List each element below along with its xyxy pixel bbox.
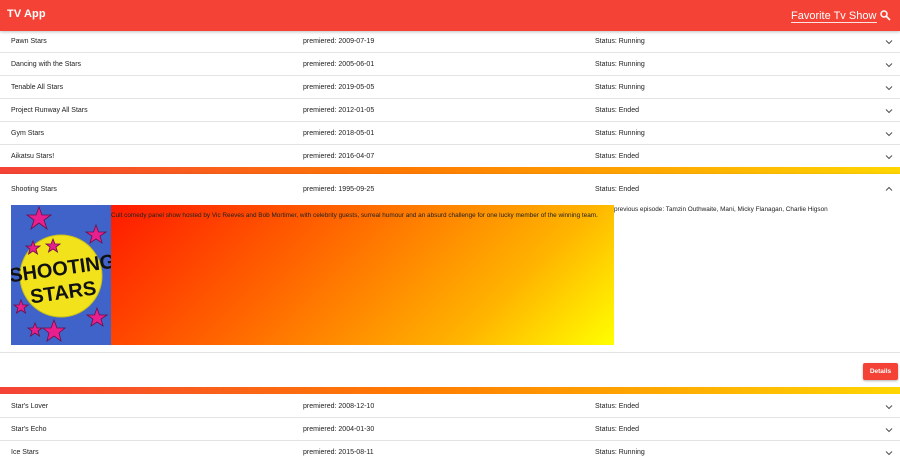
previous-episode: previous episode: Tamzin Outhwaite, Mani… (614, 206, 828, 213)
chevron-down-icon[interactable] (884, 61, 894, 69)
show-summary-box: Cult comedy panel show hosted by Vic Ree… (111, 205, 614, 345)
search-field[interactable] (791, 6, 877, 24)
show-status: Status: Running (595, 449, 645, 456)
chevron-down-icon[interactable] (884, 130, 894, 138)
show-row[interactable]: Gym Stars premiered: 2018-05-01 Status: … (0, 123, 900, 145)
expanded-show-header[interactable]: Shooting Stars premiered: 1995-09-25 Sta… (0, 174, 900, 202)
show-premiered: premiered: 2015-08-11 (303, 449, 374, 456)
show-name: Star's Echo (11, 426, 47, 433)
show-row[interactable]: Dancing with the Stars premiered: 2005-0… (0, 54, 900, 76)
show-premiered: premiered: 2018-05-01 (303, 130, 375, 137)
chevron-down-icon[interactable] (884, 84, 894, 92)
app-title: TV App (7, 8, 46, 20)
show-premiered: premiered: 2005-06-01 (303, 61, 375, 68)
show-name: Shooting Stars (11, 186, 57, 193)
show-name: Tenable All Stars (11, 84, 64, 91)
show-status: Status: Running (595, 38, 645, 45)
chevron-down-icon[interactable] (884, 449, 894, 457)
show-poster: SHOOTING STARS (11, 205, 111, 345)
show-status: Status: Running (595, 84, 645, 91)
show-name: Gym Stars (11, 130, 45, 137)
show-status: Status: Ended (595, 107, 639, 114)
show-row[interactable]: Star's Lover premiered: 2008-12-10 Statu… (0, 396, 900, 418)
chevron-up-icon[interactable] (884, 185, 894, 193)
show-premiered: premiered: 2019-05-05 (303, 84, 375, 91)
show-status: Status: Ended (595, 186, 639, 193)
show-name: Aikatsu Stars! (11, 153, 55, 160)
details-button[interactable]: Details (863, 363, 898, 380)
show-name: Dancing with the Stars (11, 61, 82, 68)
show-status: Status: Running (595, 130, 645, 137)
search-input[interactable] (791, 8, 877, 24)
expanded-show-panel: Shooting Stars premiered: 1995-09-25 Sta… (0, 174, 900, 387)
show-name: Pawn Stars (11, 38, 47, 45)
show-premiered: premiered: 2008-12-10 (303, 403, 375, 410)
show-row[interactable]: Ice Stars premiered: 2015-08-11 Status: … (0, 442, 900, 459)
show-name: Star's Lover (11, 403, 49, 410)
show-row[interactable]: Project Runway All Stars premiered: 2012… (0, 100, 900, 122)
show-status: Status: Running (595, 61, 645, 68)
gradient-band (0, 167, 900, 174)
show-name: Ice Stars (11, 449, 39, 456)
show-row[interactable]: Pawn Stars premiered: 2009-07-19 Status:… (0, 31, 900, 53)
search-icon[interactable] (879, 9, 891, 21)
show-premiered: premiered: 2012-01-05 (303, 107, 375, 114)
show-premiered: premiered: 1995-09-25 (303, 186, 375, 193)
show-row[interactable]: Aikatsu Stars! premiered: 2016-04-07 Sta… (0, 146, 900, 168)
chevron-down-icon[interactable] (884, 403, 894, 411)
gradient-band (0, 387, 900, 394)
show-premiered: premiered: 2004-01-30 (303, 426, 375, 433)
show-status: Status: Ended (595, 403, 639, 410)
show-summary: Cult comedy panel show hosted by Vic Ree… (111, 212, 598, 219)
chevron-down-icon[interactable] (884, 38, 894, 46)
show-name: Project Runway All Stars (11, 107, 88, 114)
show-status: Status: Ended (595, 426, 639, 433)
chevron-down-icon[interactable] (884, 153, 894, 161)
show-premiered: premiered: 2016-04-07 (303, 153, 375, 160)
app-bar: TV App (0, 0, 900, 31)
show-premiered: premiered: 2009-07-19 (303, 38, 375, 45)
divider (0, 352, 900, 353)
show-status: Status: Ended (595, 153, 639, 160)
chevron-down-icon[interactable] (884, 426, 894, 434)
show-row[interactable]: Star's Echo premiered: 2004-01-30 Status… (0, 419, 900, 441)
show-row[interactable]: Tenable All Stars premiered: 2019-05-05 … (0, 77, 900, 99)
chevron-down-icon[interactable] (884, 107, 894, 115)
